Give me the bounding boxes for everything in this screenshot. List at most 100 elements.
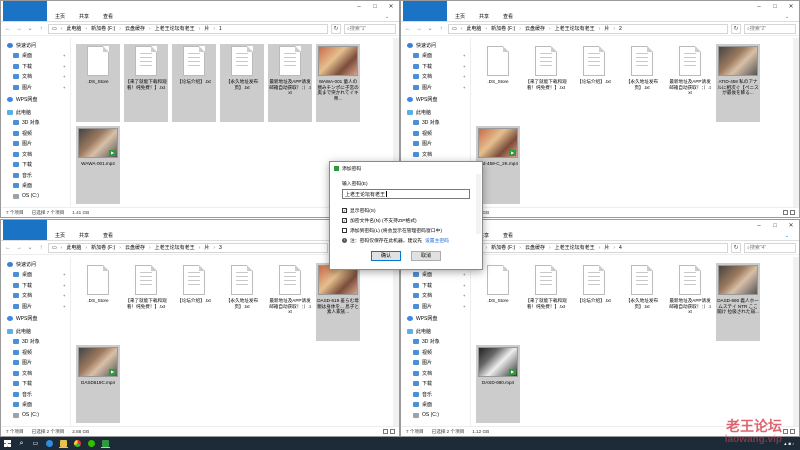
file-item[interactable]: DASD-619 羞らむ母親は身体を... 息子と素人家族... (316, 263, 360, 341)
nav-item[interactable]: 图片 (401, 139, 470, 150)
nav-item[interactable]: OS (C:) (1, 410, 70, 421)
recent-button[interactable]: ⌄ (426, 25, 434, 32)
address-bar[interactable]: ▭ › 此电脑 › 新加卷 (F:) › 云盘缓存 › 上老王论坛有老王 › 片 › 2 (448, 23, 728, 34)
back-button[interactable]: ← (404, 26, 412, 32)
file-item[interactable]: WAWA-001 童人の猥みチンポに子宮の奥まで突かれてイキ帝... (316, 44, 360, 122)
large-icons-view-icon[interactable] (790, 210, 795, 215)
nav-item[interactable]: 下载 ✦ (401, 280, 470, 291)
tab-view[interactable]: 查看 (97, 231, 119, 240)
nav-item[interactable]: 3D 对象 (401, 118, 470, 129)
up-button[interactable]: ↑ (37, 26, 45, 32)
nav-item[interactable]: 图片 (1, 358, 70, 369)
file-item[interactable]: DASD-690 義人ホームステイ NTR ここ聞け 拉吸された弱... (716, 263, 760, 341)
search-input[interactable]: ⌕ 搜索"4" (744, 242, 796, 253)
taskbar-archiver[interactable] (101, 439, 110, 448)
file-item[interactable]: 【论坛介绍】.txt (572, 263, 616, 341)
address-bar[interactable]: ▭ › 此电脑 › 新加卷 (F:) › 云盘缓存 › 上老王论坛有老王 › 片 › 3 (48, 242, 328, 253)
breadcrumb-item[interactable]: 片 (604, 244, 609, 251)
nav-item[interactable]: WPS网盘 (401, 314, 470, 325)
tab-view[interactable]: 查看 (497, 12, 519, 21)
expand-ribbon-icon[interactable]: ⌄ (779, 13, 795, 21)
nav-item[interactable]: 音乐 (1, 389, 70, 400)
nav-item[interactable]: 文档 ✦ (401, 291, 470, 302)
refresh-button[interactable]: ↻ (331, 23, 341, 34)
confirm-button[interactable]: 确认 (371, 251, 401, 261)
file-item[interactable]: 最新地址及APP请发邮箱自动获取！：）.txt (268, 44, 312, 122)
breadcrumb-item[interactable]: 上老王论坛有老王 (155, 25, 195, 32)
maximize-button[interactable]: □ (767, 220, 783, 231)
password-input[interactable]: 上老王论坛有老王 (342, 189, 470, 199)
breadcrumb-item[interactable]: 此电脑 (466, 25, 481, 32)
close-button[interactable]: ✕ (783, 220, 799, 231)
file-item[interactable]: 【来了就能下载和观看！纯免费！】.txt (524, 263, 568, 341)
nav-item[interactable]: 下载 ✦ (1, 61, 70, 72)
recent-button[interactable]: ⌄ (26, 25, 34, 32)
address-bar[interactable]: ▭›此电脑›新加卷 (F:)›云盘缓存›上老王论坛有老王›片›4 (448, 242, 728, 253)
tab-home[interactable]: 主页 (49, 12, 71, 21)
file-item[interactable]: 【永久地址发布页】.txt (620, 44, 664, 122)
nav-item[interactable]: 桌面 (401, 400, 470, 411)
system-tray[interactable]: ▲ ◙ ♪ (783, 441, 794, 446)
nav-item[interactable]: 文档 ✦ (1, 291, 70, 302)
save-password-option[interactable]: 添加到密码(L) (将会显示在管理密码窗口中) (342, 227, 470, 234)
nav-item[interactable]: WPS网盘 (1, 314, 70, 325)
tab-file[interactable]: 文件 (403, 1, 447, 21)
breadcrumb-item[interactable]: 4 (619, 245, 622, 251)
breadcrumb-item[interactable]: 上老王论坛有老王 (555, 244, 595, 251)
forward-button[interactable]: → (15, 26, 23, 32)
task-view-button[interactable]: ▭ (31, 439, 40, 448)
nav-item[interactable]: WPS网盘 (401, 95, 470, 106)
breadcrumb-item[interactable]: 此电脑 (66, 244, 81, 251)
up-button[interactable]: ↑ (437, 26, 445, 32)
nav-item[interactable]: 文档 ✦ (1, 72, 70, 83)
nav-item[interactable]: 桌面 ✦ (1, 270, 70, 281)
forward-button[interactable]: → (15, 245, 23, 251)
refresh-button[interactable]: ↻ (731, 242, 741, 253)
nav-item[interactable]: 图片 ✦ (401, 82, 470, 93)
file-item[interactable]: ▶ DASD-690.mp4 (476, 345, 520, 423)
tab-share[interactable]: 共享 (73, 12, 95, 21)
search-input[interactable]: ⌕ 搜索"1" (344, 23, 396, 34)
refresh-button[interactable]: ↻ (731, 23, 741, 34)
dialog-scrollbar[interactable] (476, 174, 481, 234)
taskbar-chrome[interactable] (73, 439, 82, 448)
set-master-password-link[interactable]: 设置主密码 (425, 237, 449, 244)
nav-item[interactable]: 文档 (1, 368, 70, 379)
file-item[interactable]: 【永久地址发布页】.txt (220, 263, 264, 341)
breadcrumb-item[interactable]: 新加卷 (F:) (91, 244, 115, 251)
taskbar-wechat[interactable] (87, 439, 96, 448)
nav-item[interactable]: 文档 (401, 149, 470, 160)
nav-item[interactable]: 快速访问 (1, 259, 70, 270)
taskbar-explorer[interactable] (59, 439, 68, 448)
nav-item[interactable]: 快速访问 (401, 40, 470, 51)
breadcrumb-item[interactable]: 3 (219, 245, 222, 251)
tab-share[interactable]: 共享 (73, 231, 95, 240)
nav-item[interactable]: OS (C:) (401, 410, 470, 421)
nav-item[interactable]: 桌面 ✦ (1, 51, 70, 62)
vertical-scrollbar[interactable] (393, 257, 399, 427)
file-item[interactable]: 【论坛介绍】.txt (172, 263, 216, 341)
tab-share[interactable]: 共享 (473, 12, 495, 21)
file-item[interactable]: .DS_Store (76, 44, 120, 122)
details-view-icon[interactable] (783, 210, 788, 215)
tab-view[interactable]: 查看 (497, 231, 519, 240)
breadcrumb-item[interactable]: 上老王论坛有老王 (155, 244, 195, 251)
file-item[interactable]: .DS_Store (476, 263, 520, 341)
breadcrumb-item[interactable]: 片 (204, 244, 209, 251)
breadcrumb-item[interactable]: 新加卷 (F:) (491, 25, 515, 32)
nav-item[interactable]: 下载 ✦ (401, 61, 470, 72)
minimize-button[interactable]: – (751, 1, 767, 12)
breadcrumb-item[interactable]: 片 (604, 25, 609, 32)
address-bar[interactable]: ▭ › 此电脑 › 新加卷 (F:) › 云盘缓存 › 上老王论坛有老王 › 片 › 1 (48, 23, 328, 34)
checkbox-checked-icon[interactable]: ✓ (342, 208, 347, 213)
nav-item[interactable]: 图片 (401, 358, 470, 369)
minimize-button[interactable]: – (751, 220, 767, 231)
nav-item[interactable]: 文档 (401, 368, 470, 379)
search-input[interactable]: ⌕ 搜索"2" (744, 23, 796, 34)
breadcrumb-item[interactable]: 新加卷 (F:) (91, 25, 115, 32)
breadcrumb-item[interactable]: 云盘缓存 (125, 25, 145, 32)
large-icons-view-icon[interactable] (790, 429, 795, 434)
nav-item[interactable]: 此电脑 (1, 107, 70, 118)
file-item[interactable]: .DS_Store (476, 44, 520, 122)
nav-item[interactable]: 下载 (401, 379, 470, 390)
